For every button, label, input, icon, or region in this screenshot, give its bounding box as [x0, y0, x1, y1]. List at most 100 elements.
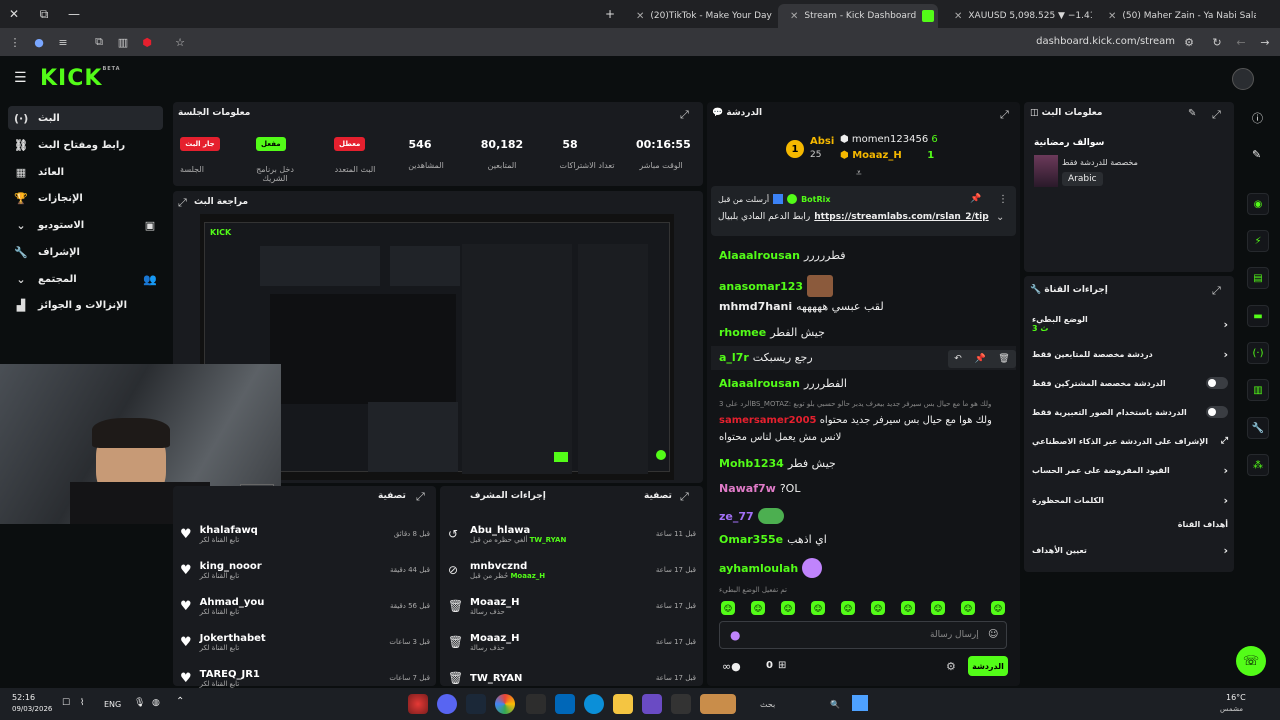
- pinned-author[interactable]: BotRix: [801, 195, 830, 204]
- chat-username[interactable]: rhomee: [719, 326, 766, 339]
- popout-icon[interactable]: ⤢: [1000, 108, 1009, 122]
- close-window-icon[interactable]: ✕: [0, 0, 28, 28]
- app-icon[interactable]: [671, 694, 691, 714]
- support-icon[interactable]: ☏: [1236, 646, 1266, 676]
- leader-name[interactable]: Moaaz_H: [852, 150, 902, 161]
- extension-icon[interactable]: ●: [30, 33, 48, 51]
- points-icon[interactable]: ∞●: [722, 660, 741, 673]
- banned-words-row[interactable]: الكلمات المحظورة ›: [1032, 490, 1228, 510]
- chat-username[interactable]: Omar355e: [719, 533, 783, 546]
- emote-icon[interactable]: ☺: [961, 601, 975, 615]
- bookmark-star-icon[interactable]: ☆: [171, 33, 189, 51]
- popout-icon[interactable]: ⤢: [680, 490, 689, 504]
- language-tag[interactable]: Arabic: [1062, 172, 1103, 186]
- bolt-icon[interactable]: ⚡: [1247, 230, 1269, 252]
- tab-tiktok[interactable]: ✕ (20)TikTok - Make Your Day: [624, 4, 774, 28]
- trash-icon[interactable]: 🗑: [998, 354, 1009, 364]
- username[interactable]: Moaaz_H: [470, 633, 648, 644]
- pin-icon[interactable]: 📌: [974, 354, 985, 364]
- hamburger-menu-icon[interactable]: ☰: [14, 70, 27, 86]
- edit-icon[interactable]: ✎: [1252, 148, 1261, 161]
- nav-stream[interactable]: (·) البث: [8, 106, 163, 130]
- back-icon[interactable]: →: [1256, 33, 1274, 51]
- emote-icon[interactable]: ☺: [931, 601, 945, 615]
- collapse-icon[interactable]: ⩡: [856, 168, 862, 179]
- popout-icon[interactable]: ⤢: [178, 196, 187, 210]
- nav-revenue[interactable]: ▦ العائد: [8, 160, 163, 184]
- leader-name[interactable]: Absi: [810, 136, 834, 147]
- chat-username[interactable]: anasomar123: [719, 280, 803, 293]
- chat-username[interactable]: a_l7r: [719, 351, 749, 364]
- ai-moderation-row[interactable]: الإشراف على الدردشة عبر الذكاء الاصطناعي…: [1032, 431, 1228, 451]
- username[interactable]: Abu_hlawa: [470, 525, 648, 536]
- chat-username[interactable]: Nawaf7w: [719, 482, 776, 495]
- smile-icon[interactable]: ☺: [988, 629, 998, 640]
- clock-time[interactable]: 52:16: [12, 693, 35, 702]
- nav-achievements[interactable]: 🏆 الإنجازات: [8, 186, 163, 210]
- emote-icon[interactable]: ☺: [871, 601, 885, 615]
- gear-icon[interactable]: ⚙: [946, 660, 956, 673]
- close-icon[interactable]: ✕: [954, 11, 962, 22]
- popout-icon[interactable]: ⤢: [1212, 108, 1221, 122]
- chrome-icon[interactable]: [495, 694, 515, 714]
- chat-username[interactable]: ayhamloulah: [719, 562, 798, 575]
- app-icon[interactable]: [642, 694, 662, 714]
- username[interactable]: mnbvcznd: [470, 561, 648, 572]
- tab-search-icon[interactable]: ⧉: [30, 0, 58, 28]
- minimize-icon[interactable]: —: [60, 0, 88, 28]
- wifi-icon[interactable]: ⌇: [80, 698, 84, 708]
- wrench-icon[interactable]: 🔧: [1247, 417, 1269, 439]
- username[interactable]: king_nooor: [200, 561, 382, 572]
- widget-icon[interactable]: [700, 694, 736, 714]
- username[interactable]: Jokerthabet: [200, 633, 382, 644]
- layout-icon[interactable]: ▥: [1247, 379, 1269, 401]
- subscribers-only-toggle[interactable]: [1206, 377, 1228, 389]
- extension-icon[interactable]: ▥: [114, 33, 132, 51]
- menu-dots-icon[interactable]: ⋮: [6, 33, 24, 51]
- gift-icon[interactable]: ⊞: [778, 660, 786, 671]
- notification-icon[interactable]: ☐: [62, 698, 70, 708]
- store-icon[interactable]: [555, 694, 575, 714]
- discord-icon[interactable]: [437, 694, 457, 714]
- username[interactable]: khalafawq: [200, 525, 386, 536]
- terminal-icon[interactable]: [526, 694, 546, 714]
- followers-only-row[interactable]: دردشة مخصصة للمتابعين فقط ›: [1032, 344, 1228, 364]
- reply-icon[interactable]: ↶: [954, 354, 962, 364]
- nav-community[interactable]: ⌄ المجتمع 👥: [8, 267, 163, 291]
- edit-icon[interactable]: ✎: [1188, 108, 1196, 119]
- tab-kick-dashboard[interactable]: ✕ Stream - Kick Dashboard: [778, 4, 938, 28]
- emote-picker-icon[interactable]: ●: [730, 628, 740, 642]
- clock-date[interactable]: 09/03/2026: [12, 705, 52, 713]
- tray-chevron-icon[interactable]: ⌃: [176, 696, 184, 707]
- kick-logo[interactable]: KICKBETA: [40, 66, 121, 91]
- emote-icon[interactable]: ☺: [991, 601, 1005, 615]
- emote-icon[interactable]: ☺: [841, 601, 855, 615]
- nav-drops[interactable]: ▟ الإنزالات و الجوائز: [8, 293, 163, 317]
- moderator-name[interactable]: Moaaz_H: [510, 572, 545, 580]
- nav-studio[interactable]: ⌄ الاستوديو ▣: [8, 213, 163, 237]
- chat-username[interactable]: Alaaalrousan: [719, 377, 800, 390]
- nav-stream-key[interactable]: ⛓ رابط ومفتاح البث: [8, 133, 163, 157]
- users-icon[interactable]: ⁂: [1247, 454, 1269, 476]
- pinned-link[interactable]: https://streamlabs.com/rslan_2/tip: [814, 212, 988, 222]
- username[interactable]: Ahmad_you: [200, 597, 382, 608]
- document-icon[interactable]: ▤: [1247, 267, 1269, 289]
- avatar[interactable]: [1232, 68, 1254, 90]
- popout-icon[interactable]: ⤢: [680, 108, 689, 122]
- emote-only-toggle[interactable]: [1206, 406, 1228, 418]
- extensions-icon[interactable]: ⧉: [90, 33, 108, 51]
- tab-xauusd[interactable]: ✕ XAUUSD 5,098.525 ▼ −1.41% U: [942, 4, 1092, 28]
- category-name[interactable]: مخصصة للدردشة فقط: [1062, 158, 1138, 167]
- close-icon[interactable]: ✕: [790, 11, 798, 22]
- weather-temp[interactable]: 16°C: [1226, 693, 1246, 702]
- popout-icon[interactable]: ⤢: [416, 490, 425, 504]
- language-indicator[interactable]: ENG: [104, 700, 121, 709]
- chat-username[interactable]: Mohb1234: [719, 457, 784, 470]
- filter-button[interactable]: تصفية: [378, 491, 406, 501]
- forward-icon[interactable]: ←: [1232, 33, 1250, 51]
- username[interactable]: Moaaz_H: [470, 597, 648, 608]
- slow-mode-row[interactable]: الوضع البطيء 3 ث ›: [1032, 314, 1228, 334]
- chat-username[interactable]: Alaaalrousan: [719, 249, 800, 262]
- more-options-icon[interactable]: ⋮: [998, 194, 1008, 205]
- site-settings-icon[interactable]: ⚙: [1180, 33, 1198, 51]
